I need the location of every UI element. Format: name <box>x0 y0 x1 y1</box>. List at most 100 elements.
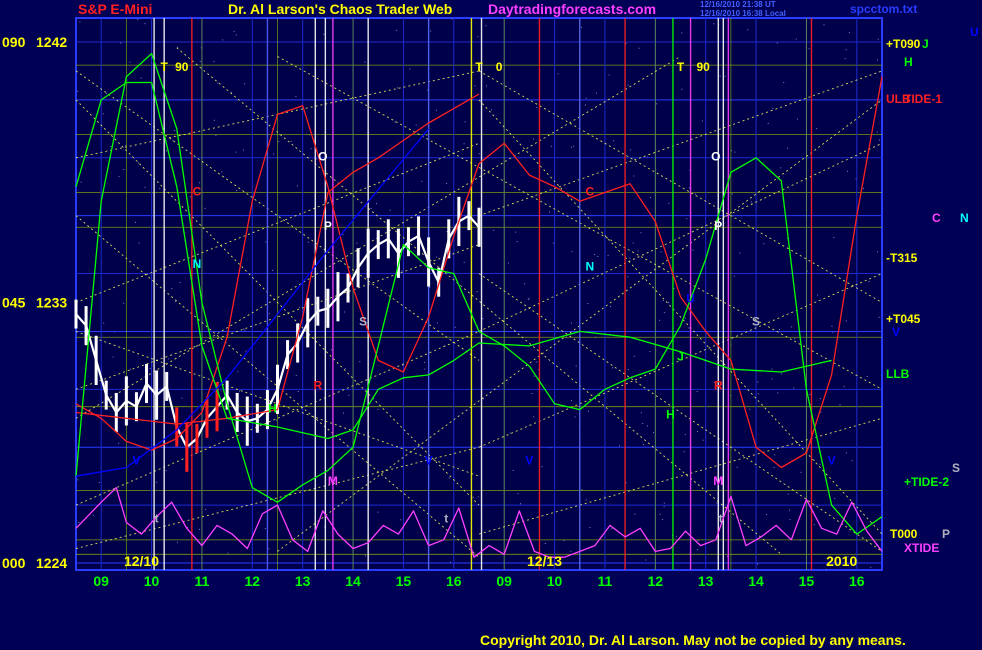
star-dot <box>214 119 215 121</box>
star-dot <box>165 470 167 472</box>
star-dot <box>749 408 751 410</box>
star-dot <box>149 368 151 370</box>
star-dot <box>642 423 644 424</box>
marker-label: S <box>359 315 367 329</box>
marker-label: S <box>752 315 760 329</box>
star-dot <box>517 493 519 495</box>
star-dot <box>464 121 466 123</box>
star-dot <box>844 58 846 60</box>
star-dot <box>144 186 146 188</box>
star-dot <box>446 183 448 184</box>
star-dot <box>647 425 648 427</box>
star-dot <box>733 275 735 277</box>
star-dot <box>295 95 297 97</box>
star-dot <box>129 368 131 370</box>
price-bar <box>195 424 199 454</box>
star-dot <box>697 431 698 432</box>
star-dot <box>199 182 200 184</box>
marker-label: 90 <box>175 60 189 74</box>
right-label: +TIDE-2 <box>904 475 949 489</box>
marker-label: R <box>714 378 723 392</box>
star-dot <box>870 566 872 568</box>
star-dot <box>845 452 847 454</box>
price-bar <box>356 248 360 288</box>
right-label: +T045 <box>886 312 921 326</box>
star-dot <box>478 153 480 155</box>
star-dot <box>92 514 94 516</box>
star-dot <box>659 319 661 321</box>
price-bar <box>84 306 88 346</box>
price-bar <box>286 340 290 370</box>
marker-label: H <box>268 401 277 415</box>
star-dot <box>789 509 790 511</box>
star-dot <box>491 109 492 111</box>
star-dot <box>175 301 176 303</box>
date-label: 12/10 <box>124 553 159 569</box>
star-dot <box>118 176 120 178</box>
star-dot <box>516 241 518 243</box>
star-dot <box>878 139 880 141</box>
star-dot <box>793 387 795 389</box>
star-dot <box>364 61 366 63</box>
star-dot <box>581 489 583 491</box>
star-dot <box>233 30 235 32</box>
star-dot <box>102 113 104 115</box>
star-dot <box>244 83 246 85</box>
star-dot <box>264 528 266 530</box>
date-label: 2010 <box>826 553 857 569</box>
star-dot <box>77 479 79 481</box>
star-dot <box>409 68 411 70</box>
star-dot <box>789 519 791 521</box>
star-dot <box>528 297 530 299</box>
star-dot <box>584 104 586 106</box>
star-dot <box>235 151 237 153</box>
star-dot <box>222 39 224 41</box>
star-dot <box>876 131 878 133</box>
star-dot <box>594 254 596 255</box>
star-dot <box>359 361 361 363</box>
copyright: Copyright 2010, Dr. Al Larson. May not b… <box>480 632 906 648</box>
price-bar <box>326 288 330 328</box>
price-bar <box>366 228 370 278</box>
star-dot <box>683 451 685 453</box>
star-dot <box>533 375 535 377</box>
star-dot <box>533 416 535 418</box>
star-dot <box>611 528 613 530</box>
star-dot <box>713 23 715 25</box>
star-dot <box>536 107 538 109</box>
star-dot <box>549 211 550 213</box>
star-dot <box>400 519 402 521</box>
site-url[interactable]: Daytradingforecasts.com <box>488 1 656 17</box>
star-dot <box>659 513 661 515</box>
star-dot <box>662 519 664 521</box>
star-dot <box>463 143 465 145</box>
star-dot <box>570 146 572 148</box>
marker-label: T <box>475 60 483 74</box>
right-label: S <box>952 461 960 475</box>
star-dot <box>181 397 183 399</box>
star-dot <box>221 171 223 173</box>
star-dot <box>851 460 853 462</box>
star-dot <box>877 38 879 40</box>
star-dot <box>607 254 609 256</box>
star-dot <box>273 153 275 155</box>
x-tick-label: 14 <box>748 573 764 589</box>
star-dot <box>204 207 206 209</box>
marker-label: O <box>711 150 720 164</box>
star-dot <box>776 42 778 44</box>
star-dot <box>533 138 534 140</box>
star-dot <box>608 74 610 76</box>
marker-label: 90 <box>696 60 710 74</box>
star-dot <box>877 251 879 253</box>
star-dot <box>330 349 332 351</box>
marker-label: t <box>719 511 723 525</box>
star-dot <box>512 470 514 471</box>
star-dot <box>862 187 864 189</box>
star-dot <box>77 90 79 92</box>
star-dot <box>771 368 773 370</box>
star-dot <box>112 356 114 358</box>
y-angle-label: 090 <box>2 34 26 50</box>
star-dot <box>757 563 759 565</box>
star-dot <box>627 369 629 370</box>
right-label: P <box>942 527 950 541</box>
